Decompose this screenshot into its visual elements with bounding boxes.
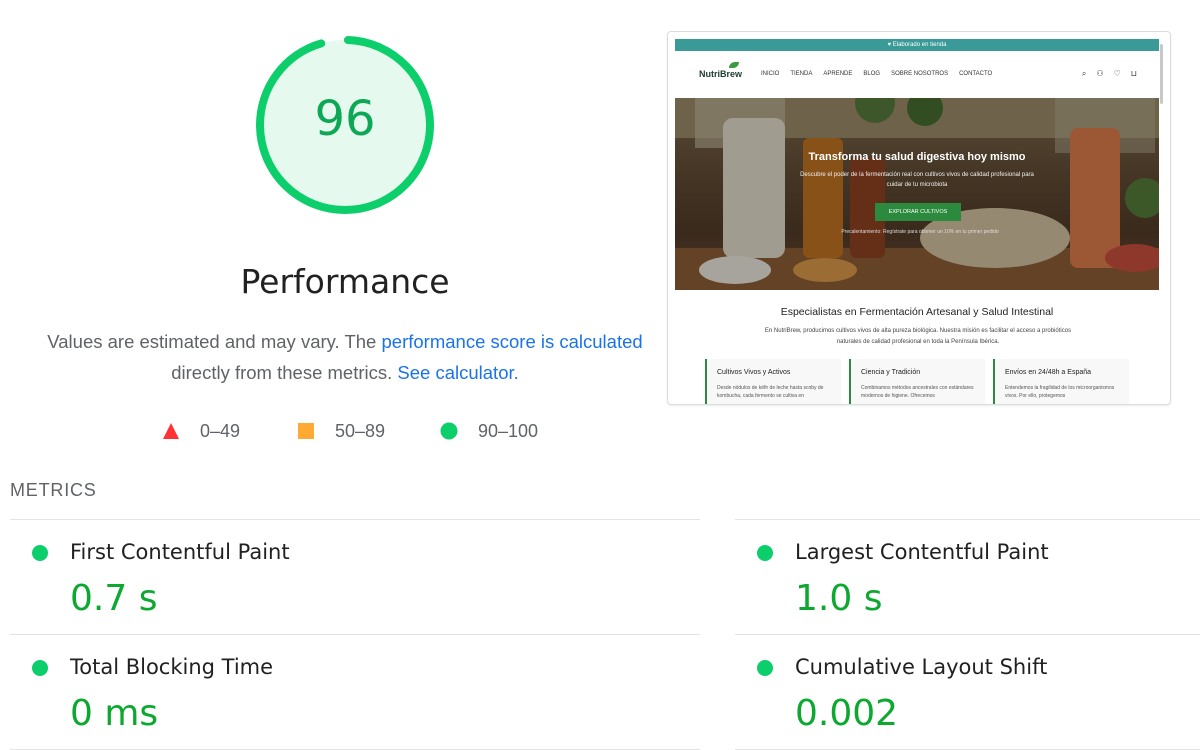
metric-value: 0 ms [70,693,159,734]
thumb-menu-item: CONTACTO [959,71,993,77]
thumb-navbar: NutriBrew INICIO TIENDA APRENDE BLOG SOB… [675,54,1159,96]
pass-circle-icon [32,660,48,676]
metric-value: 0.7 s [70,578,158,619]
pass-circle-icon [32,545,48,561]
thumb-card-text: Combinamos métodos ancestrales con están… [861,385,974,399]
thumb-section-text: En NutriBrew, producimos cultivos vivos … [764,328,1072,345]
metric-tbt: Total Blocking Time 0 ms [10,635,700,748]
metric-name: Cumulative Layout Shift [795,655,1048,679]
desc-prefix: Values are estimated and may vary. The [47,331,382,352]
metric-cls: Cumulative Layout Shift 0.002 [735,635,1200,748]
performance-gauge: 96 [255,35,435,225]
user-icon: ⚇ [1096,69,1104,78]
thumb-card-text: Entendemos la fragilidad de los microorg… [1005,385,1115,399]
thumb-hero: Transforma tu salud digestiva hoy mismo … [675,98,1159,290]
thumb-card-text: Desde nódulos de kéfir de leche hasta sc… [717,385,824,399]
see-calculator-link[interactable]: See calculator. [397,362,518,383]
performance-title: Performance [240,262,450,301]
page-screenshot-thumbnail[interactable]: ♥ Elaborado en tienda NutriBrew INICIO T… [667,31,1171,405]
thumb-card: Envíos en 24/48h a España Entendemos la … [993,359,1129,404]
thumb-menu-item: INICIO [761,71,780,77]
heart-icon: ♡ [1113,69,1121,78]
legend-average: 50–89 [297,420,385,442]
thumb-section-title: Especialistas en Fermentación Artesanal … [780,306,1054,318]
legend-average-label: 50–89 [335,420,386,441]
metric-name: Total Blocking Time [70,655,274,679]
thumb-nav-icons: ⌕ ⚇ ♡ ⊔ [1082,69,1137,79]
hero-overlay [675,98,1159,290]
thumb-banner: ♥ Elaborado en tienda [675,39,1159,51]
thumb-hero-title: Transforma tu salud digestiva hoy mismo [808,151,1026,163]
legend-pass-label: 90–100 [478,420,539,441]
thumb-hero-subtitle: Descubre el poder de la fermentación rea… [800,172,1034,188]
thumb-menu-item: APRENDE [823,71,853,77]
legend-fail: 0–49 [162,420,240,442]
thumb-card-title: Ciencia y Tradición [861,369,921,376]
score-calculated-link[interactable]: performance score is calculated [382,331,643,352]
thumb-explore-button: EXPLORAR CULTIVOS [875,203,961,221]
thumb-card-title: Cultivos Vivos y Activos [717,369,791,376]
search-icon: ⌕ [1081,69,1087,78]
thumb-menu-item: TIENDA [790,71,813,77]
metric-value: 0.002 [795,693,899,734]
legend-pass: 90–100 [440,420,538,442]
thumb-card: Ciencia y Tradición Combinamos métodos a… [849,359,985,404]
thumb-logo: NutriBrew [699,69,743,79]
cart-icon: ⊔ [1130,69,1137,78]
metric-name: First Contentful Paint [70,540,290,564]
thumb-menu-item: SOBRE NOSOTROS [891,71,949,77]
triangle-icon [163,423,179,439]
circle-icon [440,422,458,440]
metric-value: 1.0 s [795,578,883,619]
thumb-card: Cultivos Vivos y Activos Desde nódulos d… [705,359,841,404]
metric-name: Largest Contentful Paint [795,540,1049,564]
thumb-hero-note: Precalentamiento: Regístrate para obtene… [841,229,999,235]
desc-mid: directly from these metrics. [171,362,398,383]
thumb-menu: INICIO TIENDA APRENDE BLOG SOBRE NOSOTRO… [761,71,992,77]
performance-score: 96 [314,91,376,147]
pass-circle-icon [757,545,773,561]
thumb-menu-item: BLOG [863,71,881,77]
metrics-heading: METRICS [10,480,97,500]
square-icon [298,423,314,439]
pass-circle-icon [757,660,773,676]
leaf-icon [729,62,739,68]
thumb-scrollbar [1160,44,1163,104]
thumb-card-title: Envíos en 24/48h a España [1005,369,1092,376]
legend-fail-label: 0–49 [200,420,241,441]
metric-fcp: First Contentful Paint 0.7 s [10,520,700,633]
metric-lcp: Largest Contentful Paint 1.0 s [735,520,1200,633]
performance-description: Values are estimated and may vary. The p… [40,326,650,388]
